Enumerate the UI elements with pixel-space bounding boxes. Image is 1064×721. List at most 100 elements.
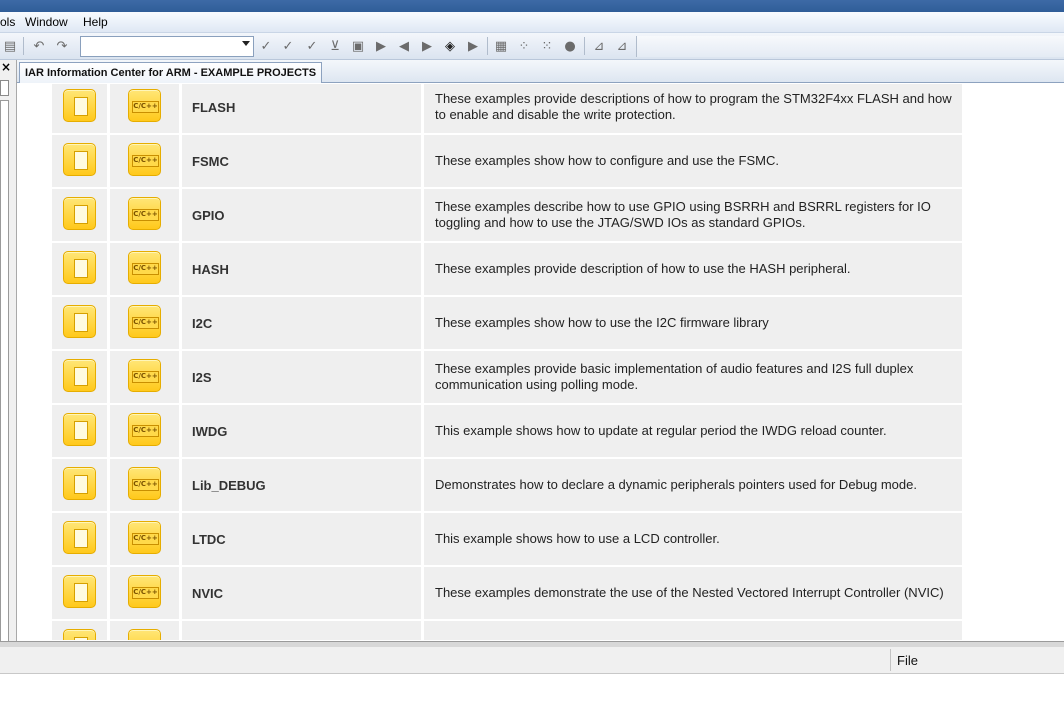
open-readme-cell[interactable] — [52, 405, 107, 457]
navigate-back-icon[interactable]: ◀ — [396, 38, 412, 54]
open-project-cell[interactable] — [110, 84, 179, 133]
open-readme-cell[interactable] — [52, 243, 107, 295]
attach-debugger-icon[interactable]: ⊿ — [614, 38, 630, 54]
example-name-cell: FSMC — [182, 135, 421, 187]
open-project-cell[interactable] — [110, 351, 179, 403]
workspace-dropdown[interactable] — [0, 80, 9, 96]
close-icon[interactable]: × — [1, 60, 11, 74]
open-project-cell[interactable] — [110, 621, 179, 640]
example-name-cell: FLASH — [182, 84, 421, 133]
cpp-project-icon[interactable] — [128, 575, 161, 608]
open-readme-cell[interactable] — [52, 351, 107, 403]
cpp-project-icon[interactable] — [128, 89, 161, 122]
open-readme-cell[interactable] — [52, 567, 107, 619]
toolbar-separator — [487, 37, 488, 55]
open-project-cell[interactable] — [110, 459, 179, 511]
replace-icon[interactable]: ⊻ — [327, 38, 343, 54]
open-project-cell[interactable] — [110, 405, 179, 457]
next-bookmark-icon[interactable]: ✓ — [280, 38, 296, 54]
example-name: LTDC — [192, 531, 226, 547]
open-project-cell[interactable] — [110, 189, 179, 241]
open-project-cell[interactable] — [110, 513, 179, 565]
example-description-cell: Demonstrates how to declare a dynamic pe… — [424, 459, 962, 511]
readme-document-icon[interactable] — [63, 89, 96, 122]
example-name: I2C — [192, 315, 213, 331]
compile-icon[interactable]: ◈ — [442, 38, 458, 54]
save-all-icon[interactable]: ▤ — [2, 38, 18, 54]
menu-help[interactable]: Help — [83, 15, 108, 29]
status-bar: File — [0, 647, 1064, 674]
example-name: HASH — [192, 261, 229, 277]
readme-document-icon[interactable] — [63, 467, 96, 500]
make-icon[interactable]: ▶ — [465, 38, 481, 54]
example-name: GPIO — [192, 207, 225, 223]
readme-document-icon[interactable] — [63, 143, 96, 176]
example-description: These examples show how to use the I2C f… — [435, 315, 769, 330]
document-tab-bar: IAR Information Center for ARM - EXAMPLE… — [17, 60, 1064, 83]
example-name: Lib_DEBUG — [192, 477, 266, 493]
find-combo-box[interactable] — [80, 36, 254, 57]
example-name-cell: LTDC — [182, 513, 421, 565]
example-name-cell: I2S — [182, 351, 421, 403]
debug-icon[interactable]: ⁘ — [516, 38, 532, 54]
open-project-cell[interactable] — [110, 243, 179, 295]
open-project-cell[interactable] — [110, 135, 179, 187]
workspace-tree[interactable] — [0, 100, 9, 670]
open-readme-cell[interactable] — [52, 84, 107, 133]
toolbar-separator — [584, 37, 585, 55]
example-row: NVIC These examples demonstrate the use o… — [52, 567, 962, 619]
readme-document-icon[interactable] — [63, 629, 96, 640]
find-icon[interactable]: ✓ — [304, 38, 320, 54]
open-readme-cell[interactable] — [52, 513, 107, 565]
bookmark-icon[interactable]: ▶ — [373, 38, 389, 54]
cpp-project-icon[interactable] — [128, 413, 161, 446]
open-readme-cell[interactable] — [52, 189, 107, 241]
open-project-cell[interactable] — [110, 297, 179, 349]
stop-build-icon[interactable]: ▦ — [493, 38, 509, 54]
example-description-cell: These examples provide basic implementat… — [424, 351, 962, 403]
example-row: Lib_DEBUG Demonstrates how to declare a d… — [52, 459, 962, 511]
open-readme-cell[interactable] — [52, 135, 107, 187]
cpp-project-icon[interactable] — [128, 629, 161, 640]
example-row: FLASH These examples provide descriptions… — [52, 84, 962, 133]
debug-without-download-icon[interactable]: ⊿ — [591, 38, 607, 54]
example-description-cell: This example shows how to use a LCD cont… — [424, 513, 962, 565]
navigate-forward-icon[interactable]: ▶ — [419, 38, 435, 54]
cpp-project-icon[interactable] — [128, 197, 161, 230]
cpp-project-icon[interactable] — [128, 359, 161, 392]
open-readme-cell[interactable] — [52, 621, 107, 640]
redo-icon[interactable]: ↷ — [54, 38, 70, 54]
readme-document-icon[interactable] — [63, 575, 96, 608]
goto-icon[interactable]: ▣ — [350, 38, 366, 54]
cpp-project-icon[interactable] — [128, 467, 161, 500]
open-readme-cell[interactable] — [52, 297, 107, 349]
readme-document-icon[interactable] — [63, 359, 96, 392]
open-readme-cell[interactable] — [52, 459, 107, 511]
cpp-project-icon[interactable] — [128, 521, 161, 554]
example-name: IWDG — [192, 423, 228, 439]
readme-document-icon[interactable] — [63, 413, 96, 446]
menu-tools[interactable]: ols — [0, 15, 15, 29]
tab-information-center[interactable]: IAR Information Center for ARM - EXAMPLE… — [19, 62, 323, 83]
breakpoint-icon[interactable]: ⁙ — [539, 38, 555, 54]
toggle-bookmark-icon[interactable]: ✓ — [258, 38, 274, 54]
cpp-project-icon[interactable] — [128, 143, 161, 176]
example-description: This example shows how to update at regu… — [435, 423, 887, 438]
example-name-cell: Lib_DEBUG — [182, 459, 421, 511]
readme-document-icon[interactable] — [63, 251, 96, 284]
toolbar: ▤ ↶ ↷ ✓ ✓ ✓ ⊻ ▣ ▶ ◀ ▶ ◈ ▶ ▦ ⁘ ⁙ ● ⊿ ⊿ — [0, 33, 1064, 60]
readme-document-icon[interactable] — [63, 197, 96, 230]
example-description-cell: These examples provide descriptions of h… — [424, 84, 962, 133]
example-row: GPIO These examples describe how to use G… — [52, 189, 962, 241]
chevron-down-icon[interactable] — [242, 41, 250, 46]
cpp-project-icon[interactable] — [128, 305, 161, 338]
cpp-project-icon[interactable] — [128, 251, 161, 284]
open-project-cell[interactable] — [110, 567, 179, 619]
readme-document-icon[interactable] — [63, 521, 96, 554]
undo-icon[interactable]: ↶ — [31, 38, 47, 54]
readme-document-icon[interactable] — [63, 305, 96, 338]
example-row: HASH These examples provide description o… — [52, 243, 962, 295]
example-description: Demonstrates how to declare a dynamic pe… — [435, 477, 917, 492]
menu-window[interactable]: Window — [25, 15, 68, 29]
download-icon[interactable]: ● — [562, 38, 578, 54]
